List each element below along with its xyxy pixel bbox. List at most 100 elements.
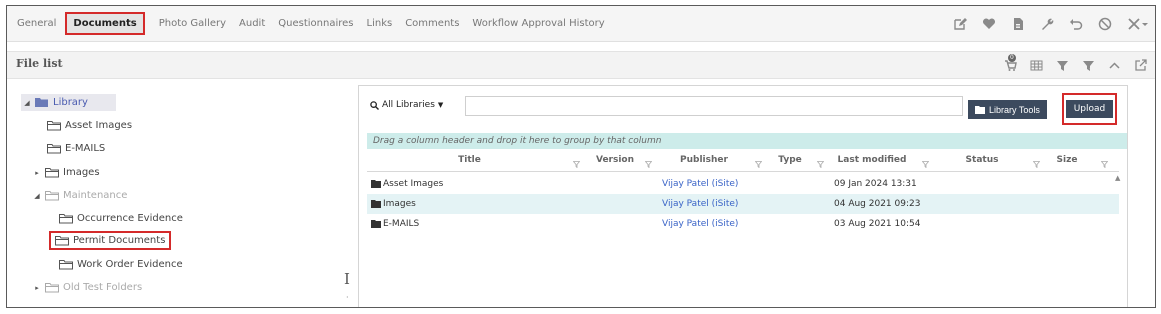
folder-icon [45,282,59,293]
modified-cell: 03 Aug 2021 10:54 [834,219,921,229]
title-cell: Asset Images [371,174,443,194]
column-publisher[interactable]: Publisher [659,149,749,171]
document-grid-panel: All Libraries ▼ Library Tools Upload Dra… [358,85,1128,307]
filter-icon[interactable] [754,153,763,169]
column-size[interactable]: Size [1042,149,1092,171]
library-selector-label: All Libraries [382,100,435,110]
title-cell: E-MAILS [371,214,419,234]
folder-icon [47,143,61,154]
filter-icon[interactable] [572,153,581,169]
modified-cell: 04 Aug 2021 09:23 [834,199,921,209]
tab-photo-gallery[interactable]: Photo Gallery [159,18,226,29]
file-list-header: File list 0 [7,51,1155,79]
table-row[interactable]: E-MAILS Vijay Patel (iSite) 03 Aug 2021 … [367,214,1119,234]
wrench-icon[interactable] [1040,17,1054,31]
column-title[interactable]: Title [367,149,572,171]
expand-toggle-icon[interactable]: ▸ [33,169,41,177]
group-by-hint[interactable]: Drag a column header and drop it here to… [367,133,1127,149]
tree-item-library[interactable]: ◢ Library [21,94,116,111]
tab-links[interactable]: Links [367,18,393,29]
expand-toggle-icon[interactable]: ◢ [33,192,41,200]
tree-item-occurrence-evidence[interactable]: Occurrence Evidence [59,213,183,224]
upload-button[interactable]: Upload [1062,93,1117,125]
filter-icon[interactable] [816,153,825,169]
tree-label: Permit Documents [73,235,166,246]
row-title: E-MAILS [383,219,420,229]
tab-comments[interactable]: Comments [405,18,459,29]
tree-item-permit-documents[interactable]: Permit Documents [48,231,172,250]
publisher-link[interactable]: Vijay Patel (iSite) [662,194,738,214]
library-selector[interactable]: All Libraries ▼ [370,100,443,110]
scroll-up-icon[interactable]: ▲ [1115,174,1120,182]
document-icon[interactable] [1011,17,1025,31]
grid-icon[interactable] [1030,59,1043,72]
folder-icon [975,106,985,114]
folder-open-icon [35,97,49,108]
tree-item-work-order-evidence[interactable]: Work Order Evidence [59,259,183,270]
filter-icon[interactable] [644,153,653,169]
publisher-link[interactable]: Vijay Patel (iSite) [662,214,738,234]
caret-down-icon: ▼ [437,101,444,109]
folder-icon [371,200,381,208]
folder-icon [371,180,381,188]
grid-toolbar: All Libraries ▼ Library Tools Upload [359,86,1127,126]
filter-icon[interactable] [1100,153,1109,169]
file-list-title: File list [16,57,63,70]
tab-workflow-approval-history[interactable]: Workflow Approval History [472,18,604,29]
library-tree: ◢ Library Asset Images E-MAILS ▸ Images [7,78,352,307]
tree-item-maintenance[interactable]: ◢ Maintenance [33,190,127,201]
search-input[interactable] [465,96,963,116]
grid-header: Title Version Publisher Type Last modifi… [367,149,1119,172]
table-row[interactable]: Images Vijay Patel (iSite) 04 Aug 2021 0… [367,194,1119,214]
folder-icon [371,220,381,228]
tree-label: Images [63,167,100,178]
publisher-link[interactable]: Vijay Patel (iSite) [662,174,738,194]
tree-label: Maintenance [63,190,128,201]
undo-icon[interactable] [1069,17,1083,31]
record-toolbar [938,6,1149,41]
tree-item-emails[interactable]: E-MAILS [47,143,105,154]
clear-filter-icon[interactable] [1082,59,1095,72]
tree-label: Occurrence Evidence [77,213,183,224]
table-row[interactable]: Asset Images Vijay Patel (iSite) 09 Jan … [367,174,1119,194]
folder-icon [45,190,59,201]
edit-icon[interactable] [953,17,967,31]
tree-label: E-MAILS [65,143,106,154]
tab-audit[interactable]: Audit [239,18,265,29]
tab-documents[interactable]: Documents [65,12,145,35]
heart-icon[interactable] [982,17,996,31]
expand-toggle-icon[interactable]: ◢ [23,99,31,107]
folder-icon [45,167,59,178]
document-manager: General Documents Photo Gallery Audit Qu… [6,5,1156,308]
upload-label: Upload [1065,100,1114,118]
tab-bar: General Documents Photo Gallery Audit Qu… [7,6,1155,42]
filter-icon[interactable] [1032,153,1041,169]
tree-item-asset-images[interactable]: Asset Images [47,120,132,131]
column-status[interactable]: Status [942,149,1022,171]
tree-item-images[interactable]: ▸ Images [33,167,100,178]
title-cell: Images [371,194,416,214]
tree-item-old-test-folders[interactable]: ▸ Old Test Folders [33,282,142,293]
folder-icon [47,120,61,131]
filter-icon[interactable] [921,153,930,169]
tree-label: Work Order Evidence [77,259,183,270]
column-version[interactable]: Version [585,149,645,171]
search-icon [370,100,379,110]
cart-icon[interactable]: 0 [1004,53,1017,72]
column-last-modified[interactable]: Last modified [827,149,917,171]
tab-questionnaires[interactable]: Questionnaires [278,18,353,29]
column-type[interactable]: Type [765,149,815,171]
tabs: General Documents Photo Gallery Audit Qu… [17,6,618,41]
folder-icon [59,259,73,270]
tab-general[interactable]: General [17,18,56,29]
folder-icon [55,235,69,246]
tools-dropdown-icon[interactable] [1127,17,1149,31]
folder-icon [59,213,73,224]
filter-icon[interactable] [1056,59,1069,72]
library-tools-button[interactable]: Library Tools [968,100,1047,119]
expand-toggle-icon[interactable]: ▸ [33,284,41,292]
block-icon[interactable] [1098,17,1112,31]
grid-scrollbar[interactable]: ▲ [1112,172,1126,307]
popout-icon[interactable] [1134,58,1147,72]
collapse-icon[interactable] [1108,59,1121,72]
